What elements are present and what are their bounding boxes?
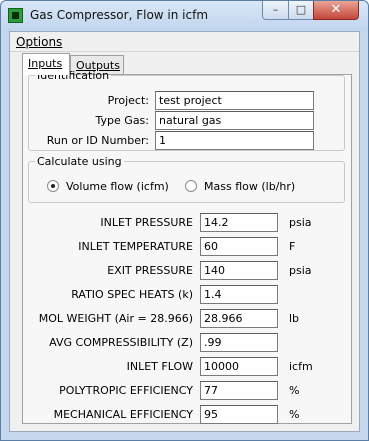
ratio-spec-heats-input[interactable]: 1.4 (200, 285, 278, 304)
inlet-temperature-unit: F (289, 240, 296, 253)
client-area: Options Inputs Outputs Identification Pr… (9, 31, 360, 432)
exit-pressure-input[interactable]: 140 (200, 261, 278, 280)
app-window: Gas Compressor, Flow in icfm – □ ✕ Optio… (0, 0, 369, 441)
ratio-spec-heats-label: RATIO SPEC HEATS (k) (71, 288, 193, 301)
polytropic-efficiency-label: POLYTROPIC EFFICIENCY (59, 384, 193, 397)
window-title: Gas Compressor, Flow in icfm (30, 8, 209, 22)
inlet-flow-unit: icfm (289, 360, 313, 373)
minimize-button[interactable]: – (262, 1, 289, 20)
project-label: Project: (107, 94, 149, 107)
volume-flow-radio[interactable] (47, 180, 59, 192)
avg-compressibility-label: AVG COMPRESSIBILITY (Z) (49, 336, 193, 349)
inlet-pressure-unit: psia (289, 216, 312, 229)
calculate-using-group: Calculate using Volume flow (icfm) Mass … (28, 155, 345, 203)
type-gas-label: Type Gas: (95, 114, 149, 127)
calculate-using-legend: Calculate using (37, 155, 122, 168)
mass-flow-label[interactable]: Mass flow (lb/hr) (204, 180, 295, 193)
mechanical-efficiency-unit: % (289, 408, 300, 421)
exit-pressure-unit: psia (289, 264, 312, 277)
close-button[interactable]: ✕ (313, 1, 359, 20)
mol-weight-input[interactable]: 28.966 (200, 309, 278, 328)
inlet-pressure-input[interactable]: 14.2 (200, 213, 278, 232)
inlet-temperature-input[interactable]: 60 (200, 237, 278, 256)
inlet-pressure-label: INLET PRESSURE (100, 216, 193, 229)
identification-group: Identification Project: test project Typ… (28, 69, 345, 151)
menu-bar: Options (10, 32, 359, 52)
mechanical-efficiency-label: MECHANICAL EFFICIENCY (53, 408, 193, 421)
menu-options-label: Options (16, 35, 63, 49)
mol-weight-unit: lb (289, 312, 300, 325)
project-input[interactable]: test project (155, 91, 314, 110)
mechanical-efficiency-input[interactable]: 95 (200, 405, 278, 424)
tab-inputs[interactable]: Inputs (22, 53, 70, 75)
inlet-temperature-label: INLET TEMPERATURE (78, 240, 193, 253)
polytropic-efficiency-input[interactable]: 77 (200, 381, 278, 400)
inlet-flow-label: INLET FLOW (126, 360, 193, 373)
volume-flow-label[interactable]: Volume flow (icfm) (66, 180, 169, 193)
run-id-input[interactable]: 1 (155, 131, 314, 150)
title-bar[interactable]: Gas Compressor, Flow in icfm – □ ✕ (1, 1, 368, 31)
maximize-button[interactable]: □ (288, 1, 314, 20)
tab-inputs-label: Inputs (28, 57, 63, 70)
run-id-label: Run or ID Number: (46, 134, 149, 147)
app-icon[interactable] (8, 8, 23, 23)
avg-compressibility-input[interactable]: .99 (200, 333, 278, 352)
mol-weight-label: MOL WEIGHT (Air = 28.966) (38, 312, 193, 325)
inputs-panel: Identification Project: test project Typ… (22, 69, 352, 424)
exit-pressure-label: EXIT PRESSURE (107, 264, 193, 277)
type-gas-input[interactable]: natural gas (155, 111, 314, 130)
polytropic-efficiency-unit: % (289, 384, 300, 397)
menu-options[interactable]: Options (16, 35, 62, 49)
inlet-flow-input[interactable]: 10000 (200, 357, 278, 376)
mass-flow-radio[interactable] (185, 180, 197, 192)
